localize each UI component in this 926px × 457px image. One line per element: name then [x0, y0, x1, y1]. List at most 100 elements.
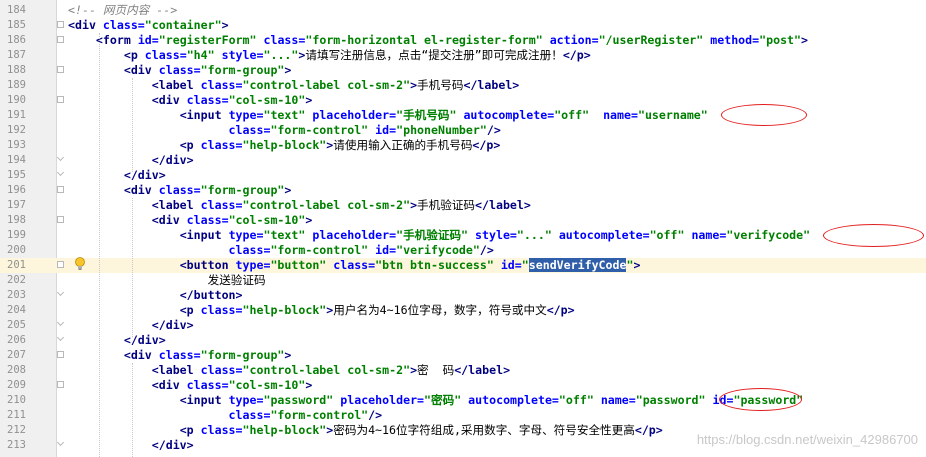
code-line[interactable]: 187 <p class="h4" style="...">请填写注册信息，点击…	[0, 48, 926, 63]
username-highlight-ellipse	[721, 104, 807, 126]
code-line[interactable]: 196 <div class="form-group">	[0, 183, 926, 198]
code-token: />	[486, 123, 501, 137]
code-line[interactable]: 199 <input type="text" placeholder="手机验证…	[0, 228, 926, 243]
line-code[interactable]: <div class="form-group">	[68, 348, 292, 363]
code-token: "post"	[759, 33, 802, 47]
code-token: </label>	[463, 78, 520, 92]
code-line[interactable]: 188 <div class="form-group">	[0, 63, 926, 78]
code-line[interactable]: 197 <label class="control-label col-sm-2…	[0, 198, 926, 213]
fold-toggle-icon[interactable]	[57, 186, 64, 193]
code-line[interactable]: 206 </div>	[0, 333, 926, 348]
line-code[interactable]: <div class="col-sm-10">	[68, 378, 313, 393]
code-token: type=	[228, 393, 264, 407]
line-code[interactable]: <div class="col-sm-10">	[68, 213, 313, 228]
code-line[interactable]: 192 class="form-control" id="phoneNumber…	[0, 123, 926, 138]
line-code[interactable]: class="form-control"/>	[68, 408, 383, 423]
code-line[interactable]: 207 <div class="form-group">	[0, 348, 926, 363]
code-line[interactable]: 211 class="form-control"/>	[0, 408, 926, 423]
code-token: >	[221, 18, 229, 32]
line-number: 188	[7, 64, 26, 76]
fold-toggle-icon[interactable]	[57, 36, 64, 43]
line-code[interactable]: <div class="col-sm-10">	[68, 93, 313, 108]
line-code[interactable]: <input type="password" placeholder="密码" …	[68, 393, 804, 408]
password-highlight-ellipse	[719, 388, 802, 411]
code-token: "..."	[516, 228, 552, 242]
code-token: "password"	[635, 393, 706, 407]
line-code[interactable]: <button type="button" class="btn btn-suc…	[68, 258, 640, 273]
code-line[interactable]: 184 <!-- 网页内容 -->	[0, 3, 926, 18]
line-code[interactable]: <label class="control-label col-sm-2">手机…	[68, 78, 520, 93]
code-line[interactable]: 200 class="form-control" id="verifycode"…	[0, 243, 926, 258]
line-number: 207	[7, 349, 26, 361]
fold-toggle-icon[interactable]	[57, 216, 64, 223]
code-token: action=	[549, 33, 599, 47]
code-token: >	[305, 93, 313, 107]
code-line[interactable]: 194 </div>	[0, 153, 926, 168]
code-token: 请使用输入正确的手机号码	[333, 138, 473, 152]
code-line[interactable]: 205 </div>	[0, 318, 926, 333]
line-code[interactable]: </button>	[68, 288, 243, 303]
line-code[interactable]: </div>	[68, 438, 194, 453]
fold-toggle-icon[interactable]	[57, 381, 64, 388]
code-token: </p>	[546, 303, 575, 317]
fold-toggle-icon[interactable]	[57, 21, 64, 28]
line-code[interactable]: <!-- 网页内容 -->	[68, 3, 177, 18]
line-code[interactable]: </div>	[68, 318, 194, 333]
fold-toggle-icon[interactable]	[57, 96, 64, 103]
line-code[interactable]: <p class="help-block">密码为4~16位字符组成,采用数字、…	[68, 423, 663, 438]
code-token: "registerForm"	[158, 33, 257, 47]
line-code[interactable]: <label class="control-label col-sm-2">密 …	[68, 363, 510, 378]
code-line[interactable]: 193 <p class="help-block">请使用输入正确的手机号码</…	[0, 138, 926, 153]
code-line[interactable]: 189 <label class="control-label col-sm-2…	[0, 78, 926, 93]
code-line[interactable]: 208 <label class="control-label col-sm-2…	[0, 363, 926, 378]
line-code[interactable]: </div>	[68, 168, 166, 183]
code-line[interactable]: 201 <button type="button" class="btn btn…	[0, 258, 926, 273]
fold-toggle-icon[interactable]	[57, 351, 64, 358]
code-token: autocomplete=	[468, 393, 559, 407]
code-line[interactable]: 198 <div class="col-sm-10">	[0, 213, 926, 228]
line-code[interactable]: <form id="registerForm" class="form-hori…	[68, 33, 808, 48]
code-token: type=	[228, 108, 264, 122]
code-line[interactable]: 203 </button>	[0, 288, 926, 303]
code-token: placeholder=	[340, 393, 425, 407]
line-code[interactable]: <div class="form-group">	[68, 63, 292, 78]
line-code[interactable]: 发送验证码	[68, 273, 266, 288]
code-editor[interactable]: 184 <!-- 网页内容 --> 185 <div class="container…	[0, 0, 926, 457]
line-code[interactable]: </div>	[68, 153, 194, 168]
code-line[interactable]: 186 <form id="registerForm" class="form-…	[0, 33, 926, 48]
line-code[interactable]: <input type="text" placeholder="手机验证码" s…	[68, 228, 810, 243]
fold-toggle-icon[interactable]	[57, 261, 64, 268]
line-code[interactable]: <div class="form-group">	[68, 183, 292, 198]
line-number: 202	[7, 274, 26, 286]
line-code[interactable]: </div>	[68, 333, 166, 348]
line-code[interactable]: <label class="control-label col-sm-2">手机…	[68, 198, 531, 213]
code-line[interactable]: 185 <div class="container">	[0, 18, 926, 33]
line-code[interactable]: <div class="container">	[68, 18, 229, 33]
code-token: "control-label col-sm-2"	[242, 198, 411, 212]
code-token: "off"	[554, 108, 590, 122]
code-line[interactable]: 204 <p class="help-block">用户名为4~16位字母，数字…	[0, 303, 926, 318]
code-line[interactable]: 202 发送验证码	[0, 273, 926, 288]
line-code[interactable]: <p class="help-block">用户名为4~16位字母，数字，符号或…	[68, 303, 575, 318]
line-code[interactable]: <p class="h4" style="...">请填写注册信息，点击“提交注…	[68, 48, 591, 63]
line-number: 203	[7, 289, 26, 301]
code-token: >	[305, 378, 313, 392]
code-line[interactable]: 195 </div>	[0, 168, 926, 183]
verifycode-highlight-ellipse	[823, 224, 924, 247]
line-number: 199	[7, 229, 26, 241]
lightbulb-icon[interactable]	[74, 257, 86, 271]
watermark: https://blog.csdn.net/weixin_42986700	[696, 432, 918, 447]
line-number: 206	[7, 334, 26, 346]
line-code[interactable]: <input type="text" placeholder="手机号码" au…	[68, 108, 708, 123]
fold-toggle-icon[interactable]	[57, 66, 64, 73]
